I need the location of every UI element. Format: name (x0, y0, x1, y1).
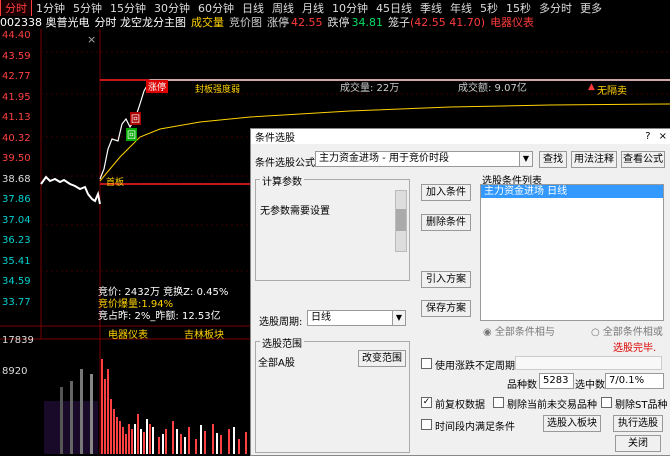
period-toolbar: 分时 1分钟 5分钟 15分钟 30分钟 60分钟 日线 周线 月线 10分钟 45日线 季线 年线 5秒… (0, 0, 670, 16)
add-condition-button[interactable]: 加入条件 (421, 184, 471, 201)
radio-or[interactable]: ○ 全部条件相或 (591, 323, 663, 338)
radio-or-label: 全部条件相或 (602, 327, 663, 338)
period-value: 日线 (311, 312, 331, 323)
change-range-button[interactable]: 改变范围 (358, 350, 406, 367)
volume-axis-max: 17839 (2, 335, 34, 346)
dialog-titlebar[interactable]: 条件选股 ? × (251, 129, 670, 144)
condition-list[interactable]: 主力资金进场 日线 (480, 184, 664, 321)
params-scrollbar[interactable] (395, 190, 407, 252)
auction-line-1: 竞价: 2432万 竞换Z: 0.45% (98, 287, 229, 298)
species-value: 5283 (539, 373, 574, 389)
auction-info: 竞价: 2432万 竞换Z: 0.45% 竞价爆量:1.94% 竞占昨: 2%_… (98, 287, 228, 323)
limit-down-label: 跌停 (327, 16, 350, 29)
period-satisfy-checkbox[interactable] (421, 419, 432, 430)
period-tab-8[interactable]: 月线 (298, 0, 328, 16)
limit-up-value: 42.55 (291, 15, 323, 29)
period-satisfy-label: 时间段内满足条件 (435, 422, 515, 433)
delete-condition-button[interactable]: 删除条件 (421, 214, 471, 231)
help-icon[interactable]: ? (645, 131, 650, 142)
exclude-st-checkbox[interactable] (601, 397, 612, 408)
import-plan-button[interactable]: 引入方案 (421, 271, 471, 288)
range-title: 选股范围 (260, 335, 304, 350)
range-group: 选股范围 全部A股 改变范围 (255, 335, 410, 453)
species-label: 品种数 (507, 380, 537, 391)
usage-note-button[interactable]: 用法注释 (571, 151, 617, 168)
first-board-tag: 首板 (106, 178, 125, 188)
cage-label: 笼子 (388, 16, 410, 29)
stock-code-name: 002338 奥普光电 (0, 16, 90, 29)
auction-line-3: 竞占昨: 2%_昨额: 12.53亿 (98, 311, 221, 322)
period-tab-11[interactable]: 季线 (416, 0, 446, 16)
amount-text: 成交额: 9.07亿 (458, 83, 527, 94)
progress-bar (515, 356, 662, 370)
formula-value: 主力资金进场 - 用于竞价时段 (319, 153, 449, 164)
period-tab-16[interactable]: 更多 (576, 0, 606, 16)
volume-axis-mid: 8920 (2, 366, 28, 377)
selected-label: 选中数 (575, 380, 605, 391)
close-icon[interactable]: × (87, 33, 96, 46)
range-value: 全部A股 (258, 358, 295, 369)
flag-tag-1: 回 (126, 128, 138, 141)
dialog-close-icon[interactable]: × (659, 131, 667, 142)
uncertain-period-label: 使用涨跌不定周期 (435, 361, 515, 372)
done-status: 选股完毕. (613, 343, 657, 354)
close-button[interactable]: 关闭 (615, 435, 661, 452)
period-label: 选股周期: (259, 317, 303, 328)
save-plan-button[interactable]: 保存方案 (421, 300, 471, 317)
exclude-untraded-checkbox[interactable] (493, 397, 504, 408)
formula-select[interactable]: 主力资金进场 - 用于竞价时段 ▼ (315, 151, 533, 167)
find-button[interactable]: 查找 (539, 151, 567, 168)
radio-and-label: 全部条件相与 (494, 327, 555, 338)
no-params-text: 无参数需要设置 (260, 206, 330, 217)
formula-label: 条件选股公式 (255, 158, 315, 169)
indicator-auction[interactable]: 竞价图 (229, 14, 262, 30)
dialog-title: 条件选股 (255, 133, 295, 144)
limit-down-value: 34.81 (351, 15, 384, 29)
flag-tag-2: 回 (130, 112, 142, 125)
period-select[interactable]: 日线 ▼ (307, 310, 406, 326)
no-sell-tag: 无隔卖 (597, 86, 627, 97)
chevron-down-icon: ▼ (392, 311, 405, 325)
cage-value: (42.55 41.70) (410, 15, 486, 29)
sector-tag-2[interactable]: 吉林板块 (184, 326, 224, 341)
period-tab-15[interactable]: 多分时 (535, 0, 576, 16)
run-selection-button[interactable]: 执行选股 (613, 415, 663, 432)
sector-tag-1[interactable]: 电器仪表 (108, 326, 148, 341)
chevron-down-icon: ▼ (519, 152, 532, 166)
radio-and[interactable]: ◉ 全部条件相与 (483, 323, 555, 338)
limit-up-label: 涨停 (267, 16, 289, 29)
condition-list-item[interactable]: 主力资金进场 日线 (481, 185, 663, 198)
forward-adjusted-checkbox[interactable]: ✓ (421, 397, 432, 408)
auction-line-2: 竞价爆量:1.94% (98, 299, 174, 310)
limit-up-tag: 涨停 (146, 80, 169, 93)
meter-label: 电器仪表 (490, 16, 535, 29)
period-tab-12[interactable]: 年线 (446, 0, 476, 16)
condition-stock-selection-dialog: 条件选股 ? × 条件选股公式 主力资金进场 - 用于竞价时段 ▼ 查找 用法注… (250, 128, 670, 456)
uncertain-period-checkbox[interactable] (421, 358, 432, 369)
view-label: 分时 龙空龙分主图 (94, 16, 187, 29)
status-tag: 封板强度弱 (195, 85, 241, 95)
view-formula-button[interactable]: 查看公式 (621, 151, 665, 168)
forward-adjusted-label: 前复权数据 (435, 400, 485, 411)
calc-params-title: 计算参数 (260, 173, 304, 188)
arrow-up-icon: ▲ (588, 82, 595, 92)
volume-text: 成交量: 22万 (340, 83, 400, 94)
calc-params-group: 计算参数 无参数需要设置 (255, 173, 410, 281)
add-to-board-button[interactable]: 选股入板块 (543, 415, 601, 432)
exclude-st-label: 剔除ST品种 (615, 400, 668, 411)
exclude-untraded-label: 剔除当前未交易品种 (507, 400, 597, 411)
indicator-volume[interactable]: 成交量 (191, 14, 224, 30)
stock-info-bar: 002338 奥普光电 分时 龙空龙分主图 成交量 竞价图 涨停 42.55 跌… (0, 14, 670, 30)
selected-value: 7/0.1% (605, 373, 664, 389)
